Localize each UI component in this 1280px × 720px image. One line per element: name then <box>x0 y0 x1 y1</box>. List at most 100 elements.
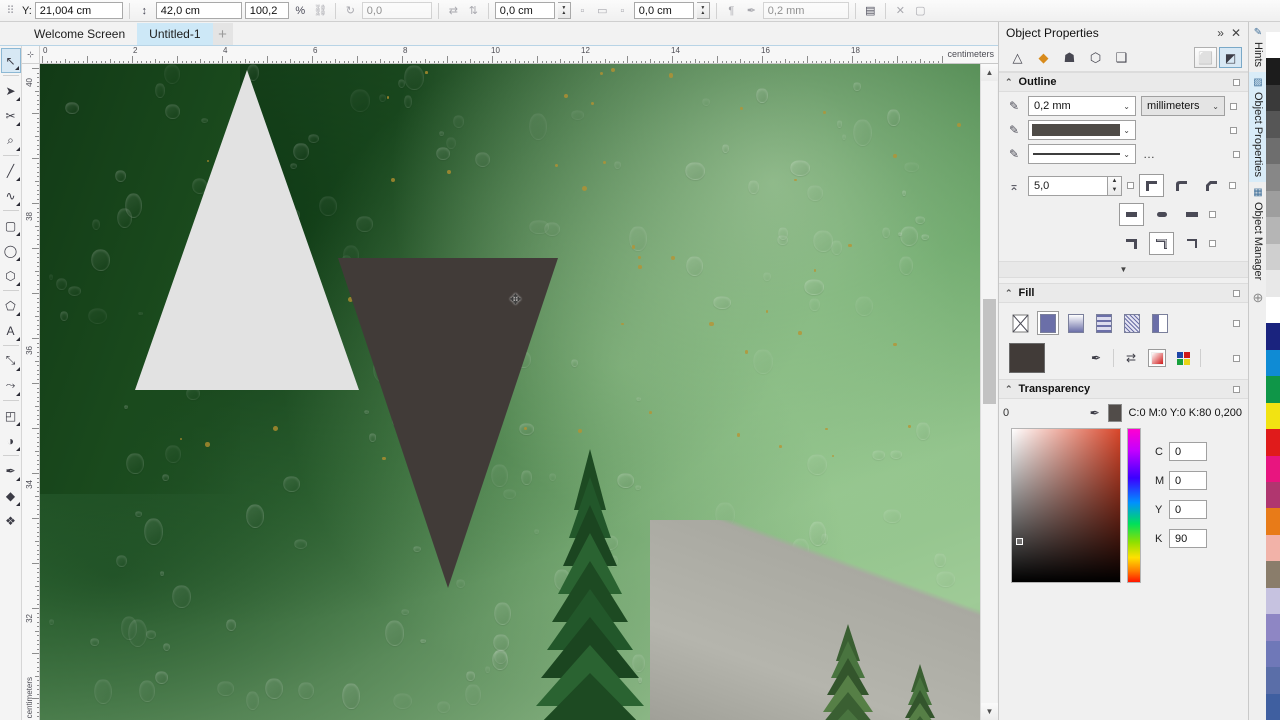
miter-limit-value[interactable]: 5,0 <box>1028 175 1108 196</box>
chevron-collapse-icon[interactable]: ⌃ <box>1005 384 1013 395</box>
scroll-down-button[interactable]: ▼ <box>981 703 998 720</box>
outline-pen-icon[interactable]: △ <box>1009 49 1026 67</box>
object-height-input[interactable]: 42,0 cm <box>155 2 242 19</box>
chevron-down-icon[interactable]: ⌄ <box>1209 102 1222 111</box>
delete-icon[interactable]: ✕ <box>892 2 909 19</box>
tool-ellipse-tool[interactable]: ◯ <box>1 238 21 263</box>
nudge-y-spinner[interactable]: ▼ ▲ <box>696 2 710 19</box>
magenta-input[interactable]: 0 <box>1169 471 1207 490</box>
palette-swatch[interactable] <box>1266 667 1280 694</box>
text-properties-icon[interactable]: ❑ <box>1113 49 1130 67</box>
pin-toggle[interactable] <box>1127 182 1134 189</box>
rtab-hints[interactable]: ✎ Hints <box>1249 22 1267 72</box>
outline-color-combo[interactable]: ⌄ <box>1028 120 1136 140</box>
saturation-value-field[interactable] <box>1011 428 1121 583</box>
palette-swatch[interactable] <box>1266 429 1280 456</box>
palette-swatch[interactable] <box>1266 84 1280 112</box>
ruler-origin-button[interactable]: ⊹ <box>22 46 40 64</box>
add-tab-button[interactable]: + <box>212 23 233 45</box>
mirror-vertical-icon[interactable]: ⇅ <box>465 2 482 19</box>
palette-swatch[interactable] <box>1266 190 1280 218</box>
chevron-collapse-icon[interactable]: ⌃ <box>1005 77 1013 88</box>
corner-bevel-button[interactable] <box>1199 174 1224 197</box>
chevron-down-icon[interactable]: ⌄ <box>1120 102 1133 111</box>
palette-swatch[interactable] <box>1266 455 1280 482</box>
rtab-object-properties[interactable]: ▨ Object Properties <box>1249 72 1267 183</box>
no-fill-button[interactable] <box>1009 311 1031 335</box>
corner-miter-button[interactable] <box>1139 174 1164 197</box>
palette-swatch[interactable] <box>1266 32 1280 59</box>
palette-swatch[interactable] <box>1266 614 1280 641</box>
tool-smart-fill-tool[interactable]: ❖ <box>1 508 21 533</box>
tool-connector-tool[interactable]: ⤳ <box>1 373 21 398</box>
pin-toggle[interactable] <box>1233 289 1240 297</box>
drawing-canvas[interactable]: ✥ <box>40 64 980 720</box>
scrollbar-thumb[interactable] <box>983 299 996 404</box>
outline-width-combo[interactable]: 0,2 mm ⌄ <box>1028 96 1136 116</box>
palette-swatch[interactable] <box>1266 217 1280 244</box>
shape-properties-icon[interactable]: ⬡ <box>1087 49 1104 67</box>
nudge-y-input[interactable]: 0,0 cm <box>633 2 694 19</box>
palette-swatch[interactable] <box>1266 534 1280 562</box>
palette-swatch[interactable] <box>1266 349 1280 377</box>
add-docker-button[interactable]: ⊕ <box>1249 285 1267 311</box>
cyan-input[interactable]: 0 <box>1169 442 1207 461</box>
hue-slider[interactable] <box>1127 428 1141 583</box>
page-properties-button[interactable]: ⬜ <box>1194 47 1217 68</box>
palette-swatch[interactable] <box>1266 640 1280 668</box>
outline-section-header[interactable]: ⌃ Outline <box>999 72 1248 92</box>
tool-parallel-dimension-tool[interactable]: ⤡ <box>1 348 21 373</box>
outline-expander-button[interactable]: ▼ <box>999 261 1248 278</box>
light-triangle-object[interactable] <box>135 70 359 390</box>
dark-triangle-object[interactable] <box>338 258 558 588</box>
black-input[interactable]: 90 <box>1169 529 1207 548</box>
palette-swatch[interactable] <box>1266 137 1280 165</box>
lock-ratio-icon[interactable]: ⛓ <box>312 2 329 19</box>
close-docker-icon[interactable]: ✕ <box>1231 26 1241 40</box>
outline-inside-button[interactable] <box>1179 232 1204 255</box>
scale-factor-input[interactable]: 100,2 <box>244 2 289 19</box>
tool-polygon-tool[interactable]: ⬡ <box>1 263 21 288</box>
pin-toggle[interactable] <box>1209 240 1216 247</box>
pin-toggle[interactable] <box>1230 102 1237 110</box>
transparency-icon[interactable]: ☗ <box>1061 49 1078 67</box>
outline-width-input[interactable]: 0,2 mm <box>762 2 849 19</box>
tab-untitled-1[interactable]: Untitled-1 <box>137 23 213 45</box>
tool-crop-tool[interactable]: ✂ <box>1 103 21 128</box>
vertical-ruler[interactable]: 40 38 36 34 32 centimeters <box>22 64 40 720</box>
palette-swatch[interactable] <box>1266 376 1280 403</box>
palette-swatch[interactable] <box>1266 587 1280 615</box>
palette-swatch[interactable] <box>1266 296 1280 324</box>
pin-toggle[interactable] <box>1233 150 1240 158</box>
tool-freehand-tool[interactable]: ╱ <box>1 158 21 183</box>
palette-swatch[interactable] <box>1266 270 1280 297</box>
tool-pick-tool[interactable]: ↖ <box>0 48 21 73</box>
scroll-up-button[interactable]: ▲ <box>981 64 998 81</box>
fill-color-swatch[interactable] <box>1009 343 1045 373</box>
palette-swatch[interactable] <box>1266 323 1280 350</box>
outline-units-combo[interactable]: millimeters ⌄ <box>1141 96 1225 116</box>
fill-section-header[interactable]: ⌃ Fill <box>999 283 1248 303</box>
yellow-input[interactable]: 0 <box>1169 500 1207 519</box>
tool-common-shapes-tool[interactable]: ⬠ <box>1 293 21 318</box>
text-wrap-icon[interactable]: ¶ <box>723 2 740 19</box>
pin-toggle[interactable] <box>1209 211 1216 218</box>
outline-style-combo[interactable]: ⌄ <box>1028 144 1136 164</box>
outline-outside-button[interactable] <box>1119 232 1144 255</box>
outline-color-swatch[interactable] <box>1032 124 1121 136</box>
palette-swatch[interactable] <box>1266 693 1280 720</box>
tool-drop-shadow-tool[interactable]: ◰ <box>1 403 21 428</box>
rtab-object-manager[interactable]: ▦ Object Manager <box>1249 182 1267 285</box>
pin-toggle[interactable] <box>1233 354 1240 362</box>
y-coordinate-input[interactable]: 21,004 cm <box>34 2 123 19</box>
to-front-icon[interactable]: ▤ <box>862 2 879 19</box>
palette-swatch[interactable] <box>1266 402 1280 430</box>
eyedropper-icon[interactable]: ✒ <box>1088 404 1102 422</box>
palette-swatch[interactable] <box>1266 111 1280 138</box>
rotation-angle-input[interactable]: 0,0 <box>361 2 432 19</box>
vector-pattern-fill-button[interactable] <box>1093 311 1115 335</box>
mirror-horizontal-icon[interactable]: ⇄ <box>445 2 462 19</box>
tool-interactive-fill-tool[interactable]: ◆ <box>1 483 21 508</box>
chevron-collapse-icon[interactable]: ⌃ <box>1005 288 1013 299</box>
edit-fill-icon[interactable] <box>1148 349 1166 367</box>
